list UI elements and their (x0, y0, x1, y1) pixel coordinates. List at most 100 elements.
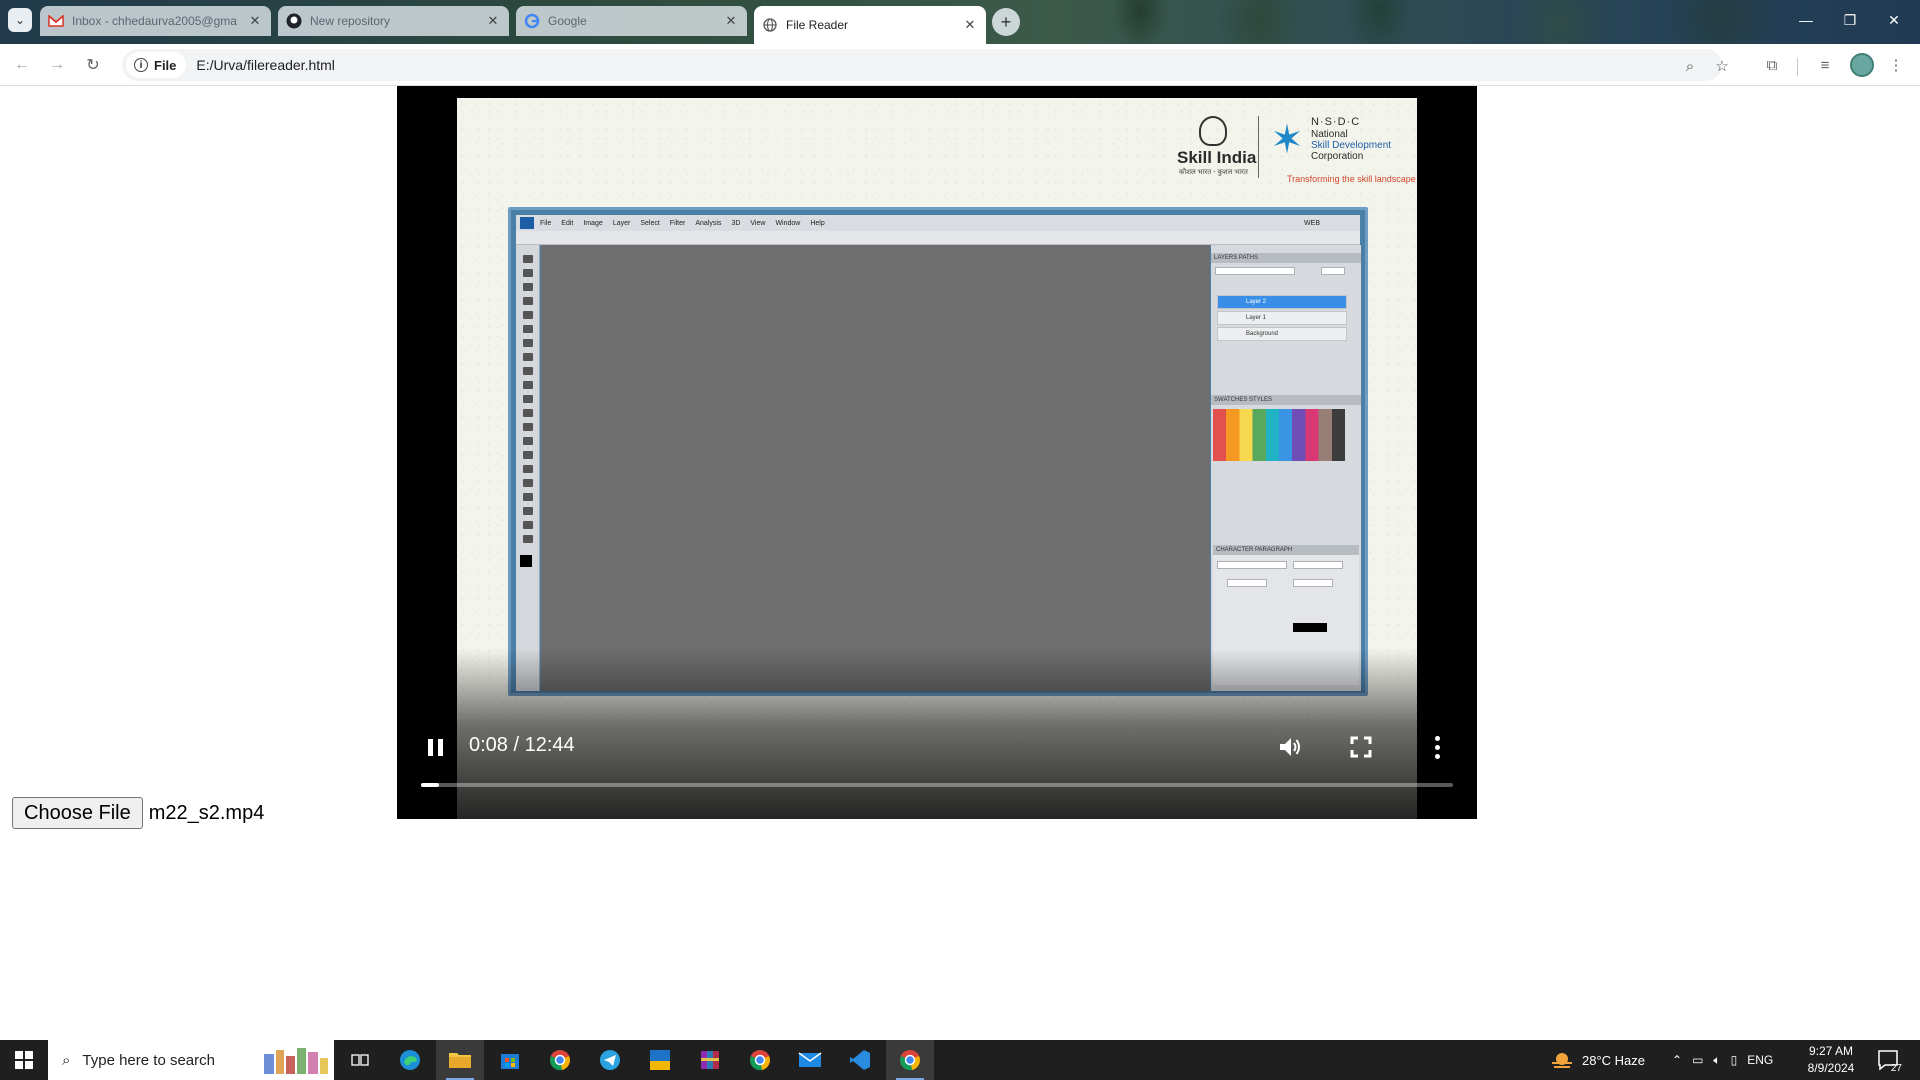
battery-icon[interactable]: ▯ (1731, 1053, 1738, 1067)
url-text[interactable]: E:/Urva/filereader.html (196, 57, 335, 73)
file-explorer-icon[interactable] (436, 1040, 484, 1080)
ps-wand-tool-icon (523, 297, 533, 305)
new-tab-button[interactable]: + (992, 8, 1020, 36)
ps-layer-row: Layer 2 (1217, 295, 1347, 309)
vscode-icon[interactable] (836, 1040, 884, 1080)
more-options-button[interactable] (1421, 731, 1453, 763)
tab-file-reader[interactable]: File Reader ✕ (754, 6, 986, 44)
chrome-profile-icon[interactable] (536, 1040, 584, 1080)
restore-icon[interactable]: ❐ (1830, 8, 1870, 32)
ps-gradient-tool-icon (523, 409, 533, 417)
tab-google[interactable]: Google ✕ (516, 6, 747, 36)
show-hidden-icons-icon[interactable]: ⌃ (1672, 1053, 1682, 1067)
ps-menu-item: File (540, 219, 552, 227)
video-progress-bar[interactable] (421, 783, 1453, 787)
ps-menu-item: Image (583, 219, 603, 227)
fullscreen-button[interactable] (1345, 731, 1377, 763)
ps-swatches-grid (1213, 409, 1345, 461)
tab-github[interactable]: New repository ✕ (278, 6, 509, 36)
telegram-icon[interactable] (586, 1040, 634, 1080)
speaker-icon[interactable]: 🔈︎ (1713, 1053, 1720, 1068)
ps-eyedropper-tool-icon (523, 325, 533, 333)
tab-search-icon[interactable]: ⌄ (8, 8, 32, 32)
task-view-icon[interactable] (336, 1040, 384, 1080)
taskbar-clock[interactable]: 9:27 AM 8/9/2024 (1796, 1043, 1866, 1077)
edge-browser-icon[interactable] (386, 1040, 434, 1080)
network-icon[interactable]: ▭ (1692, 1053, 1703, 1067)
tab-close-icon[interactable]: ✕ (962, 17, 978, 33)
ps-brush-tool-icon (523, 353, 533, 361)
file-input[interactable]: Choose File m22_s2.mp4 (12, 797, 264, 829)
photoshop-screenshot: File Edit Image Layer Select Filter Anal… (508, 207, 1368, 696)
forward-arrow-icon[interactable]: → (45, 53, 69, 77)
google-icon (524, 13, 540, 29)
tab-gmail[interactable]: Inbox - chhedaurva2005@gma ✕ (40, 6, 271, 36)
search-placeholder: Type here to search (82, 1051, 215, 1069)
video-player[interactable]: Skill India कौशल भारत - कुशल भारत ✶ N·S·… (397, 86, 1477, 819)
skill-india-emblem-icon (1199, 116, 1227, 146)
extensions-icon[interactable]: ⧉ (1760, 53, 1784, 77)
minimize-icon[interactable]: — (1786, 8, 1826, 32)
selected-file-name: m22_s2.mp4 (148, 801, 265, 824)
ps-character-tabs: CHARACTER PARAGRAPH (1213, 545, 1359, 555)
ps-marquee-tool-icon (523, 269, 533, 277)
ps-options-bar (516, 231, 1360, 245)
ps-layer-row: Background (1217, 327, 1347, 341)
menu-kebab-icon[interactable]: ⋮ (1884, 53, 1908, 77)
language-indicator[interactable]: ENG (1747, 1053, 1773, 1067)
ps-zoom-tool-icon (523, 535, 533, 543)
profile-avatar[interactable] (1850, 53, 1874, 77)
weather-widget[interactable]: 28°C Haze (1550, 1040, 1645, 1080)
ps-swatches-tabs: SWATCHES STYLES (1211, 395, 1361, 405)
pause-icon (427, 738, 433, 756)
ps-opacity-field (1321, 267, 1345, 275)
ps-menu-item: Edit (561, 219, 574, 227)
tab-close-icon[interactable]: ✕ (723, 13, 739, 29)
media-controls-icon[interactable]: ≡ (1813, 53, 1837, 77)
tab-close-icon[interactable]: ✕ (247, 13, 263, 29)
ps-menu-item: Layer (612, 219, 631, 227)
site-info-chip[interactable]: i File (126, 52, 187, 78)
ps-layers-tabs: LAYERS PATHS (1211, 253, 1361, 263)
reload-icon[interactable]: ↻ (81, 53, 105, 77)
notifications-button[interactable]: 27 (1876, 1048, 1902, 1074)
microsoft-store-icon[interactable] (486, 1040, 534, 1080)
volume-icon (1280, 738, 1300, 756)
start-button[interactable] (0, 1040, 48, 1080)
ps-menu-item: Filter (669, 219, 686, 227)
close-window-icon[interactable]: ✕ (1874, 8, 1914, 32)
chrome-icon[interactable] (736, 1040, 784, 1080)
ps-pen-tool-icon (523, 451, 533, 459)
tab-close-icon[interactable]: ✕ (485, 13, 501, 29)
chrome-active-icon[interactable] (886, 1040, 934, 1080)
system-tray: ⌃ ▭ 🔈︎ ▯ ENG (1672, 1040, 1773, 1080)
volume-button[interactable] (1274, 731, 1306, 763)
tab-title: New repository (310, 14, 391, 28)
globe-icon (762, 17, 778, 33)
ps-canvas-area (541, 245, 1210, 691)
zoom-icon[interactable]: ⌕ (1680, 56, 1700, 76)
choose-file-button[interactable]: Choose File (12, 797, 143, 829)
nsdc-short-name: N·S·D·C (1311, 116, 1361, 128)
taskbar-search-box[interactable]: ⌕ Type here to search (48, 1040, 334, 1080)
skill-india-tagline: कौशल भारत - कुशल भारत (1179, 169, 1248, 176)
ps-history-tool-icon (523, 381, 533, 389)
mail-icon[interactable] (786, 1040, 834, 1080)
app-tile-icon[interactable] (636, 1040, 684, 1080)
ps-panels: LAYERS PATHS Layer 2 Layer 1 Background … (1211, 245, 1361, 691)
back-arrow-icon[interactable]: ← (10, 53, 34, 77)
ps-menu-item: Window (775, 219, 801, 227)
ps-menu-item: Help (810, 219, 825, 227)
browser-toolbar: ← → ↻ i File E:/Urva/filereader.html ⌕ ☆… (0, 44, 1920, 86)
ps-path-tool-icon (523, 479, 533, 487)
ps-lasso-tool-icon (523, 283, 533, 291)
pause-button[interactable] (419, 731, 451, 763)
nsdc-figure-icon: ✶ (1270, 118, 1304, 162)
bookmark-star-icon[interactable]: ☆ (1712, 56, 1732, 76)
weather-text: 28°C Haze (1582, 1052, 1646, 1068)
winrar-icon[interactable] (686, 1040, 734, 1080)
logo-block: Skill India कौशल भारत - कुशल भारत ✶ N·S·… (1177, 116, 1416, 186)
ps-heal-tool-icon (523, 339, 533, 347)
address-bar[interactable]: i File E:/Urva/filereader.html ⌕ ☆ (122, 49, 1729, 81)
ps-workspace-label: WEB (1304, 219, 1320, 227)
